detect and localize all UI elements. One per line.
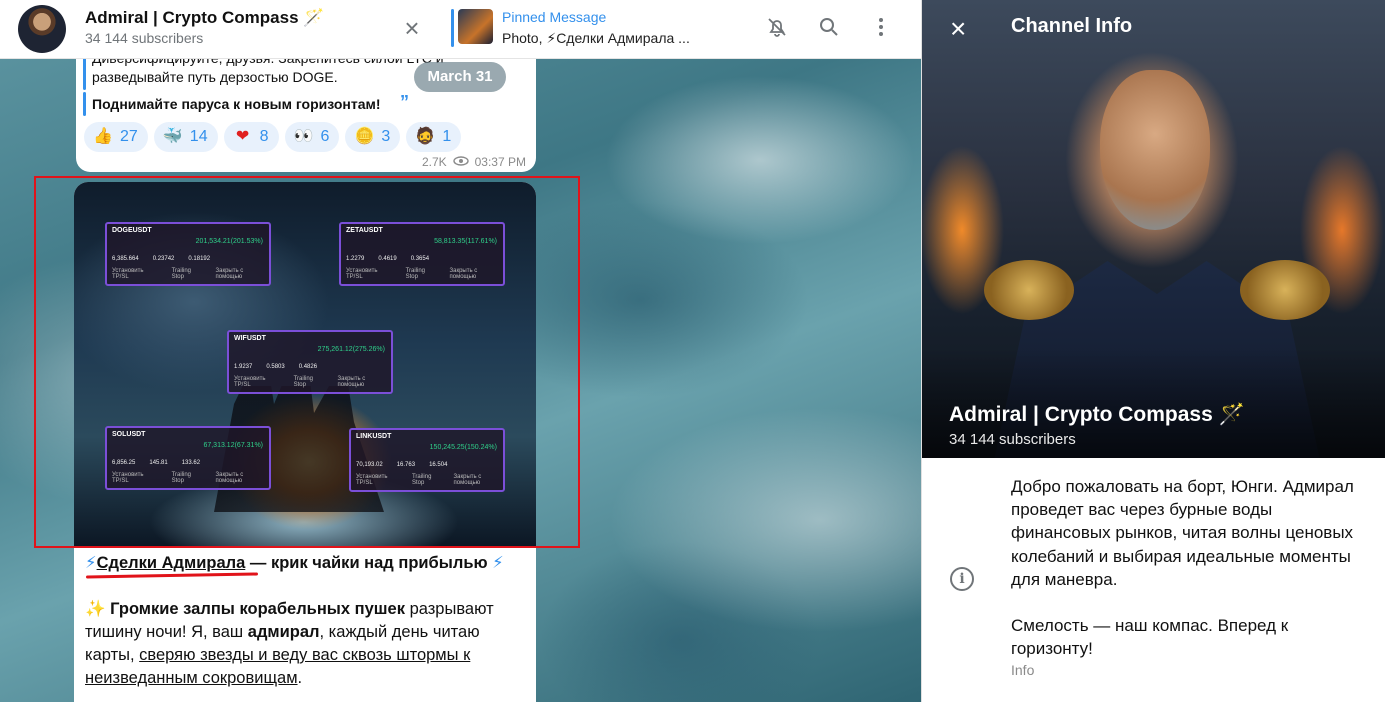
eyes-icon: 👀 bbox=[293, 128, 314, 145]
post-paragraph: ✨ Громкие залпы корабельных пушек разрыв… bbox=[85, 598, 525, 690]
more-options-icon[interactable] bbox=[868, 15, 894, 41]
info-label: Info bbox=[1011, 662, 1035, 678]
reaction-whale[interactable]: 🐳 14 bbox=[153, 122, 218, 152]
post-text: ⚡Сделки Адмирала — крик чайки над прибыл… bbox=[85, 552, 525, 690]
lightning-icon: ⚡ bbox=[85, 554, 97, 572]
reaction-admiral[interactable]: 🧔 1 bbox=[406, 122, 462, 152]
channel-description: Добро пожаловать на борт, Юнги. Адмирал … bbox=[1011, 477, 1354, 659]
thumbs-up-icon: 👍 bbox=[93, 128, 113, 145]
pinned-text[interactable]: Photo, ⚡Сделки Адмирала ... bbox=[502, 30, 722, 47]
annotation-highlight-box bbox=[34, 176, 580, 548]
info-icon: i bbox=[950, 567, 974, 591]
portrait-epaulette bbox=[984, 260, 1074, 320]
heart-icon: ❤ bbox=[235, 128, 250, 145]
paragraph-text: . bbox=[297, 669, 303, 687]
bold-text: адмирал bbox=[247, 623, 320, 641]
reaction-count: 14 bbox=[189, 128, 208, 145]
pinned-indicator bbox=[451, 9, 454, 47]
message-time: 03:37 PM bbox=[474, 155, 526, 169]
message-meta: 2.7K 03:37 PM bbox=[422, 155, 526, 169]
headline-link[interactable]: Сделки Адмирала bbox=[97, 554, 246, 572]
view-count: 2.7K bbox=[421, 155, 447, 169]
channel-info-panel: × Channel Info Admiral | Crypto Compass … bbox=[921, 0, 1385, 702]
quote-icon: ” bbox=[400, 92, 409, 112]
hero-subscriber-count: 34 144 subscribers bbox=[949, 431, 1076, 448]
chat-header: Admiral | Crypto Compass 🪄 34 144 subscr… bbox=[0, 0, 921, 59]
reaction-count: 3 bbox=[381, 128, 391, 145]
quote-bar bbox=[83, 92, 86, 116]
channel-title[interactable]: Admiral | Crypto Compass 🪄 bbox=[85, 8, 324, 28]
reaction-eyes[interactable]: 👀 6 bbox=[284, 122, 340, 152]
pinned-thumbnail[interactable] bbox=[458, 9, 493, 44]
reaction-count: 1 bbox=[442, 128, 452, 145]
coin-icon: 🪙 bbox=[354, 128, 375, 145]
portrait-head bbox=[1100, 70, 1210, 230]
reaction-count: 8 bbox=[259, 128, 269, 145]
close-pinned-icon[interactable]: × bbox=[398, 14, 426, 42]
reaction-count: 6 bbox=[320, 128, 330, 145]
admiral-icon: 🧔 bbox=[415, 128, 436, 145]
message-text: разведывайте путь дерзостью DOGE. bbox=[92, 69, 338, 85]
bold-text: Громкие залпы корабельных пушек bbox=[110, 600, 405, 618]
whale-icon: 🐳 bbox=[162, 128, 183, 145]
reaction-heart[interactable]: ❤ 8 bbox=[223, 122, 279, 152]
mute-bell-icon[interactable] bbox=[764, 15, 790, 41]
message-text: Поднимайте паруса к новым горизонтам! bbox=[92, 96, 381, 112]
reaction-thumbs-up[interactable]: 👍 27 bbox=[84, 122, 148, 152]
chat-area: Admiral | Crypto Compass 🪄 34 144 subscr… bbox=[0, 0, 921, 702]
hero-channel-title: Admiral | Crypto Compass 🪄 bbox=[949, 403, 1245, 426]
portrait-epaulette bbox=[1240, 260, 1330, 320]
eye-icon bbox=[452, 155, 469, 169]
headline-text: — крик чайки над прибылью bbox=[249, 554, 488, 572]
date-pill: March 31 bbox=[414, 62, 506, 92]
search-icon[interactable] bbox=[816, 15, 842, 41]
pinned-label[interactable]: Pinned Message bbox=[502, 9, 606, 25]
paragraph-link[interactable]: сверяю звезды и веду вас сквозь штормы к… bbox=[85, 646, 470, 687]
channel-hero-image[interactable] bbox=[922, 0, 1385, 458]
subscriber-count: 34 144 subscribers bbox=[85, 30, 204, 46]
reaction-coin[interactable]: 🪙 3 bbox=[345, 122, 401, 152]
close-panel-icon[interactable]: × bbox=[950, 13, 966, 45]
reactions-bar: 👍 27 🐳 14 ❤ 8 👀 6 🪙 3 🧔 1 bbox=[84, 122, 462, 152]
panel-title: Channel Info bbox=[1011, 15, 1133, 37]
message-bubble[interactable]: Диверсифицируйте, друзья. Закрепитесь си… bbox=[76, 40, 536, 172]
channel-avatar[interactable] bbox=[18, 5, 66, 53]
reaction-count: 27 bbox=[120, 128, 138, 145]
lightning-icon: ⚡ bbox=[492, 554, 504, 572]
post-headline: ⚡Сделки Адмирала — крик чайки над прибыл… bbox=[85, 552, 525, 575]
sparkles-icon: ✨ bbox=[85, 600, 106, 618]
